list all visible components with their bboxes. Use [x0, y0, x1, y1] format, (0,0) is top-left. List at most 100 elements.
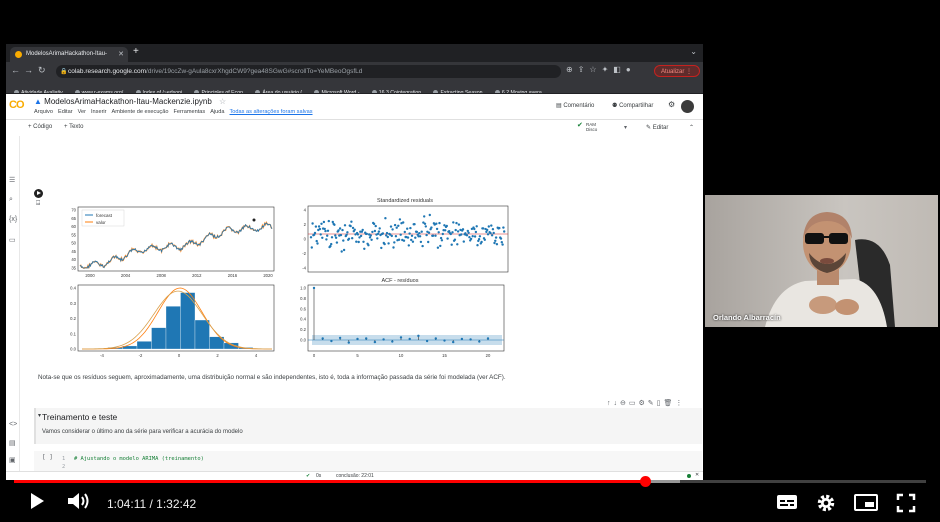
user-avatar[interactable]	[681, 100, 694, 113]
residual-point	[498, 226, 501, 230]
residual-point	[394, 235, 398, 238]
residual-point	[413, 223, 416, 226]
residual-point	[349, 224, 352, 228]
y-tick-label: 35	[71, 266, 76, 271]
close-tab-icon[interactable]: ✕	[118, 50, 124, 58]
add-code-button[interactable]: + Código	[28, 124, 52, 130]
residual-point	[483, 238, 486, 241]
menu-item[interactable]: Ferramentas	[173, 109, 205, 115]
residual-point	[415, 230, 419, 234]
residual-point	[365, 232, 368, 236]
command-palette-icon[interactable]: ▤	[9, 439, 16, 447]
section-header[interactable]: ▾ Treinamento e teste Vamos considerar o…	[34, 408, 702, 444]
video-frame[interactable]: ModelosArimaHackathon-Itau- ✕ + ⌄ ← → ↻ …	[0, 0, 940, 522]
acf-point	[469, 338, 472, 341]
residual-point	[320, 222, 323, 225]
residual-point	[474, 230, 478, 234]
cell-toolbar[interactable]: ↑↓⊖▭⚙✎▯🗑⋮	[607, 399, 685, 407]
residual-point	[330, 242, 333, 246]
runtime-dropdown-icon[interactable]: ▾	[624, 124, 627, 131]
variables-icon[interactable]: {x}	[9, 216, 17, 223]
play-icon[interactable]	[28, 490, 46, 512]
notebook-title[interactable]: ▲ ModelosArimaHackathon-Itau-Mackenzie.i…	[34, 97, 226, 106]
menu-item[interactable]: Arquivo	[34, 109, 53, 115]
edit-button[interactable]: ✎ Editar	[646, 124, 668, 131]
back-icon[interactable]: ←	[11, 65, 20, 75]
star-icon[interactable]: ☆	[219, 97, 226, 106]
x-tick-label: 4	[255, 353, 258, 358]
saved-status-link[interactable]: Todas as alterações foram salvas	[230, 109, 313, 115]
fullscreen-icon[interactable]	[896, 493, 916, 513]
miniplayer-icon[interactable]	[854, 494, 878, 511]
menu-item[interactable]: Inserir	[91, 109, 107, 115]
colab-favicon-icon	[15, 51, 22, 58]
residual-point	[334, 234, 337, 237]
code-line: 1 # Ajustando o modelo ARIMA (treinamento…	[62, 456, 204, 462]
new-tab-icon[interactable]: +	[133, 47, 139, 57]
output-icon[interactable]: ⍈	[36, 200, 40, 208]
cell-run-bracket[interactable]: [ ]	[42, 454, 53, 461]
search-icon[interactable]: ⌕	[9, 196, 13, 204]
residual-point	[490, 234, 494, 237]
menu-item[interactable]: Ver	[78, 109, 86, 115]
menu-item[interactable]: Editar	[58, 109, 73, 115]
notebook-toolbar: + Código + Texto ✔ RAM Disco ▾ ✎ Editar …	[6, 120, 703, 136]
files-icon[interactable]: ▭	[9, 236, 16, 244]
collapse-icon[interactable]: ⌃	[689, 124, 694, 131]
collapse-caret-icon[interactable]: ▾	[38, 412, 41, 419]
menu-item[interactable]: Ambiente de execução	[112, 109, 169, 115]
residual-point	[338, 227, 342, 230]
extension-icons[interactable]: ⊕⇪☆✦◧●	[566, 65, 636, 74]
colab-logo-icon[interactable]: CO	[9, 99, 24, 111]
url-input[interactable]: 🔒 colab.research.google.com/drive/19ccZw…	[56, 65, 561, 78]
progress-bar[interactable]	[14, 476, 926, 487]
notebook-title-text: ModelosArimaHackathon-Itau-Mackenzie.ipy…	[44, 97, 212, 106]
residual-point	[476, 244, 479, 247]
acf-point	[391, 340, 394, 343]
residual-point	[330, 236, 334, 239]
x-tick-label: 0	[313, 353, 316, 358]
residual-point	[321, 236, 324, 239]
screen-share: ModelosArimaHackathon-Itau- ✕ + ⌄ ← → ↻ …	[6, 44, 703, 480]
residual-point	[406, 236, 410, 239]
residual-point	[324, 229, 327, 233]
scrubber-handle[interactable]	[639, 476, 651, 487]
residual-point	[398, 218, 402, 221]
residual-point	[334, 236, 338, 239]
y-tick-label: 0.4	[300, 317, 306, 322]
residual-point	[445, 224, 448, 228]
close-status-icon[interactable]: ✕	[695, 472, 699, 478]
comment-button[interactable]: ▤ Comentário	[556, 102, 594, 109]
y-tick-label: 0.4	[70, 286, 76, 291]
ram-disk-indicator[interactable]: ✔ RAM Disco	[577, 122, 597, 132]
menu-item[interactable]: Ajuda	[210, 109, 224, 115]
residual-point	[440, 239, 444, 242]
histogram-bar	[194, 319, 210, 350]
residual-point	[418, 232, 421, 235]
terminal-icon[interactable]: ▣	[9, 456, 16, 464]
residual-point	[435, 227, 439, 231]
forward-icon[interactable]: →	[24, 65, 33, 75]
toc-icon[interactable]: ☰	[9, 176, 15, 184]
timecode: 1:04:11 / 1:32:42	[107, 497, 196, 511]
residual-point	[325, 238, 328, 241]
residual-point	[402, 239, 406, 242]
presenter-image	[705, 195, 938, 327]
reload-icon[interactable]: ↻	[38, 65, 46, 76]
settings-gear-icon[interactable]: ⚙	[668, 100, 675, 109]
subtitles-icon[interactable]	[776, 494, 798, 510]
browser-tab[interactable]: ModelosArimaHackathon-Itau- ✕	[10, 47, 128, 62]
residual-point	[361, 228, 364, 232]
histogram-chart: 0.4 0.3 0.2 0.1 0.0 -4 -2 0 2 4	[70, 284, 275, 358]
settings-icon[interactable]	[816, 493, 836, 513]
code-snippets-icon[interactable]: <>	[9, 421, 17, 428]
acf-title: ACF - resíduos	[382, 278, 419, 284]
residual-point	[480, 240, 483, 244]
share-button[interactable]: ⚉ Compartilhar	[612, 102, 653, 109]
tab-search-icon[interactable]: ⌄	[690, 47, 697, 56]
update-button[interactable]: Atualizar ⋮	[654, 65, 700, 77]
y-tick-label: 0.1	[70, 331, 76, 336]
add-text-button[interactable]: + Texto	[64, 124, 83, 130]
run-cell-icon[interactable]	[34, 189, 43, 198]
volume-icon[interactable]	[66, 490, 92, 512]
